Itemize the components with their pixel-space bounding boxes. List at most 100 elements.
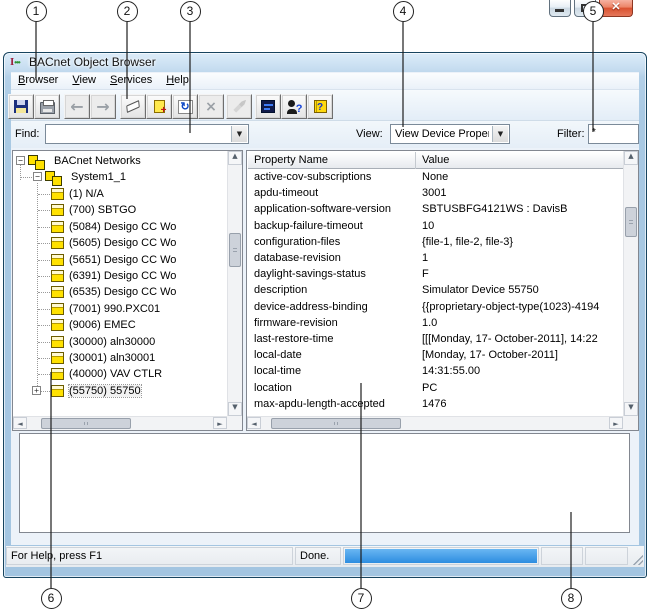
refresh-icon: ↻ <box>178 100 193 114</box>
device-node-icon <box>51 319 64 331</box>
resize-grip-icon[interactable] <box>631 553 643 565</box>
scroll-thumb[interactable] <box>229 233 241 267</box>
property-row[interactable]: active-cov-subscriptionsNone <box>248 170 622 186</box>
scroll-down-button[interactable]: ▼ <box>228 402 242 416</box>
collapse-icon[interactable]: − <box>33 172 42 181</box>
scroll-thumb[interactable] <box>625 207 637 237</box>
device-button[interactable] <box>255 94 281 119</box>
property-row[interactable]: max-apdu-length-accepted1476 <box>248 397 622 413</box>
tree-item[interactable]: (700) SBTGO <box>14 202 226 218</box>
view-combobox-arrow[interactable]: ▼ <box>492 126 508 142</box>
tree-item-label: (30000) aln30000 <box>69 336 155 348</box>
help-book-icon <box>314 100 327 113</box>
find-combobox-arrow[interactable]: ▼ <box>231 126 247 142</box>
property-row[interactable]: local-date[Monday, 17- October-2011] <box>248 348 622 364</box>
property-row[interactable]: firmware-revision1.0 <box>248 316 622 332</box>
device-node-icon <box>51 368 64 380</box>
find-combobox[interactable]: ▼ <box>45 124 249 144</box>
menu-item-help[interactable]: Help <box>159 73 196 90</box>
help-button[interactable] <box>307 94 333 119</box>
callout-5: 5 <box>583 1 604 22</box>
property-value-cell: SBTUSBFG4121WS : DavisB <box>422 203 620 215</box>
menu-item-browser[interactable]: Browser <box>11 73 65 90</box>
scroll-right-button[interactable]: ► <box>213 417 227 429</box>
column-header-value[interactable]: Value <box>416 152 623 169</box>
horizontal-scrollbar[interactable]: ◄► <box>247 416 623 430</box>
column-header-property-name[interactable]: Property Name <box>248 152 416 169</box>
tree-connector <box>38 194 50 195</box>
window-title: BACnet Object Browser <box>29 55 156 69</box>
property-name-cell: apdu-timeout <box>254 187 414 199</box>
page-add-icon <box>154 100 165 113</box>
property-row[interactable]: device-address-binding{{proprietary-obje… <box>248 300 622 316</box>
vertical-scrollbar[interactable]: ▲▼ <box>623 151 638 416</box>
output-panel[interactable] <box>19 433 630 533</box>
property-row[interactable]: local-time14:31:55.00 <box>248 364 622 380</box>
property-row[interactable]: daylight-savings-statusF <box>248 267 622 283</box>
tree-item[interactable]: (6391) Desigo CC Wo <box>14 268 226 284</box>
eraser-icon <box>126 100 140 113</box>
tree-item[interactable]: − System1_1 <box>14 169 226 185</box>
tree-item[interactable]: −BACnet Networks <box>14 153 226 169</box>
scroll-up-button[interactable]: ▲ <box>624 151 638 165</box>
tree-item[interactable]: (5605) Desigo CC Wo <box>14 235 226 251</box>
tree-item[interactable]: (30001) aln30001 <box>14 350 226 366</box>
tree-item-label: (6535) Desigo CC Wo <box>69 286 176 298</box>
close-button[interactable]: ✕ <box>599 0 633 17</box>
expand-icon[interactable]: + <box>32 386 41 395</box>
tree-item[interactable]: (1) N/A <box>14 186 226 202</box>
menu-item-view[interactable]: View <box>65 73 103 90</box>
progress-bar <box>343 547 539 565</box>
property-value-cell: 14:31:55.00 <box>422 365 620 377</box>
tree-panel[interactable]: −BACnet Networks−System1_1(1) N/A(700) S… <box>12 150 243 431</box>
property-row[interactable]: application-software-versionSBTUSBFG4121… <box>248 202 622 218</box>
save-button[interactable] <box>8 94 34 119</box>
property-value-cell: 10 <box>422 220 620 232</box>
context-help-button[interactable] <box>281 94 307 119</box>
tree-item[interactable]: (6535) Desigo CC Wo <box>14 284 226 300</box>
tree-item[interactable]: (5084) Desigo CC Wo <box>14 219 226 235</box>
app-logo-icon: I••• <box>10 56 27 69</box>
clear-button[interactable] <box>120 94 146 119</box>
horizontal-scrollbar[interactable]: ◄► <box>13 416 227 430</box>
filter-input[interactable]: * <box>588 124 639 144</box>
scroll-left-button[interactable]: ◄ <box>13 417 27 429</box>
collapse-icon[interactable]: − <box>16 156 25 165</box>
property-row[interactable]: configuration-files{file-1, file-2, file… <box>248 235 622 251</box>
scroll-down-button[interactable]: ▼ <box>624 402 638 416</box>
menu-item-services[interactable]: Services <box>103 73 159 90</box>
view-combobox[interactable]: View Device Properties ▼ <box>390 124 510 144</box>
tree-item[interactable]: (30000) aln30000 <box>14 334 226 350</box>
scroll-right-button[interactable]: ► <box>609 417 623 429</box>
tree-item[interactable]: (5651) Desigo CC Wo <box>14 252 226 268</box>
property-panel[interactable]: Property NameValueactive-cov-subscriptio… <box>246 150 639 431</box>
property-row[interactable]: locationPC <box>248 381 622 397</box>
tree-item[interactable]: (9006) EMEC <box>14 317 226 333</box>
tree-item[interactable]: +(55750) 55750 <box>14 383 226 399</box>
property-row[interactable]: last-restore-time[[[Monday, 17- October-… <box>248 332 622 348</box>
status-bar: For Help, press F1 Done. <box>6 546 644 567</box>
forward-button: → <box>90 94 116 119</box>
scroll-thumb[interactable] <box>41 418 131 429</box>
property-row[interactable]: backup-failure-timeout10 <box>248 219 622 235</box>
scroll-thumb[interactable] <box>271 418 401 429</box>
print-button[interactable] <box>34 94 60 119</box>
edit-button <box>226 94 252 119</box>
scroll-left-button[interactable]: ◄ <box>247 417 261 429</box>
tree-item-label: System1_1 <box>71 171 126 183</box>
property-row[interactable]: apdu-timeout3001 <box>248 186 622 202</box>
property-row[interactable]: database-revision1 <box>248 251 622 267</box>
add-object-button[interactable] <box>146 94 172 119</box>
tree-item-label: (5651) Desigo CC Wo <box>69 254 176 266</box>
device-node-icon <box>51 286 64 298</box>
property-row[interactable]: descriptionSimulator Device 55750 <box>248 283 622 299</box>
scroll-up-button[interactable]: ▲ <box>228 151 242 165</box>
tree-item[interactable]: (40000) VAV CTLR <box>14 366 226 382</box>
tree-item-label: (5084) Desigo CC Wo <box>69 221 176 233</box>
vertical-scrollbar[interactable]: ▲▼ <box>227 151 242 416</box>
arrow-left-icon: ← <box>70 99 83 115</box>
minimize-button[interactable] <box>549 0 571 17</box>
property-value-cell: 1476 <box>422 398 620 410</box>
tree-item[interactable]: (7001) 990.PXC01 <box>14 301 226 317</box>
refresh-button[interactable]: ↻ <box>172 94 198 119</box>
